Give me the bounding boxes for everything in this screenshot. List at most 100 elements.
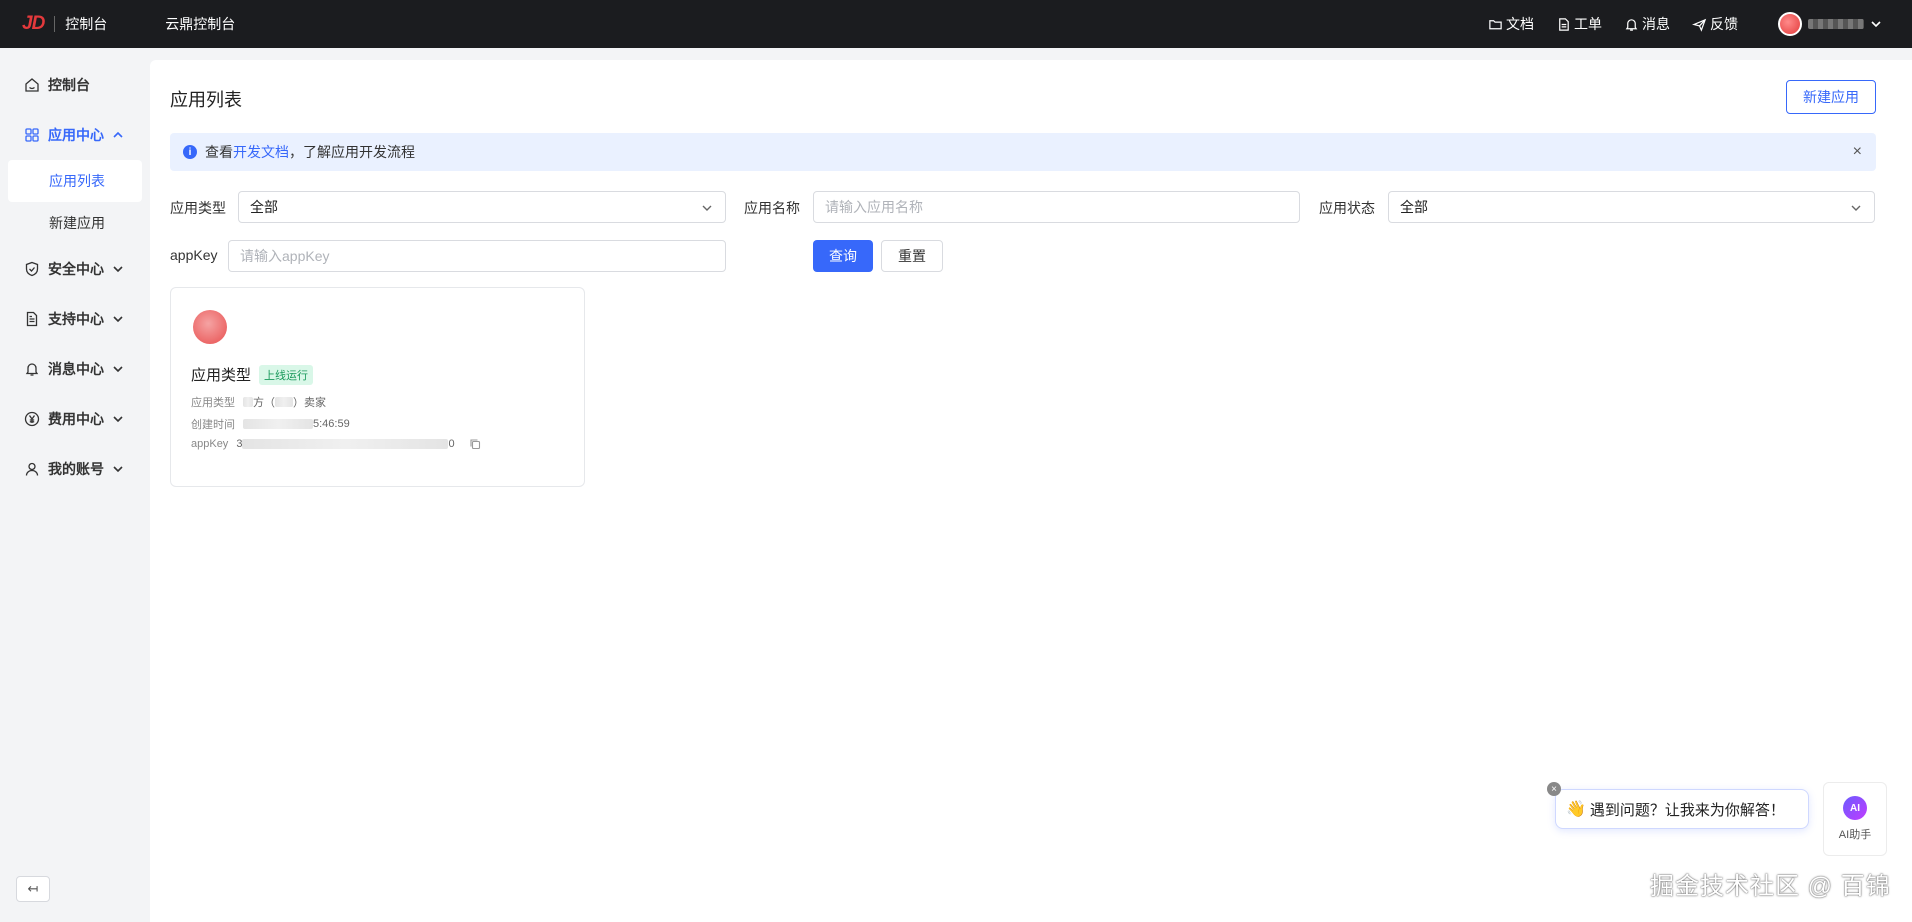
new-app-button[interactable]: 新建应用 — [1786, 80, 1876, 114]
jd-logo-icon: JD — [22, 13, 45, 34]
sidebar-item-label: 消息中心 — [48, 361, 104, 377]
app-name-input[interactable] — [813, 191, 1300, 223]
sidebar-item-console[interactable]: 控制台 — [0, 60, 150, 110]
redacted-text — [275, 397, 293, 407]
chevron-down-icon — [113, 266, 123, 273]
sidebar-item-app-center[interactable]: 应用中心 — [0, 110, 150, 160]
sidebar-item-account[interactable]: 我的账号 — [0, 444, 150, 494]
copy-icon[interactable] — [469, 438, 481, 450]
ticket-link-label: 工单 — [1574, 16, 1602, 32]
bell-icon — [1625, 18, 1638, 31]
meta-value: 0 — [448, 438, 455, 450]
page-title: 应用列表 — [170, 90, 242, 110]
status-badge: 上线运行 — [259, 364, 314, 385]
app-card[interactable]: 应用类型 上线运行 应用类型 方（ ）卖家 创建时间 5:46:59 appKe… — [170, 287, 585, 487]
file-icon — [1559, 17, 1569, 31]
redacted-text — [242, 439, 449, 449]
top-bar: JD 控制台 云鼎控制台 文档 工单 消息 反馈 — [0, 0, 1912, 48]
app-type-label: 应用类型 — [170, 200, 226, 216]
dev-docs-link[interactable]: 开发文档 — [233, 142, 289, 162]
shield-icon — [25, 261, 39, 277]
home-icon — [25, 78, 39, 92]
ai-prompt-bubble[interactable]: 👋 遇到问题？让我来为你解答！ — [1555, 789, 1809, 829]
send-icon — [1692, 18, 1707, 32]
sidebar-item-label: 应用中心 — [48, 127, 104, 143]
appkey-input[interactable] — [228, 240, 726, 272]
logo-text: 控制台 — [65, 16, 108, 32]
query-button[interactable]: 查询 — [813, 240, 873, 272]
ai-assistant-button[interactable]: AI AI助手 — [1823, 782, 1887, 856]
feedback-link-label: 反馈 — [1710, 16, 1738, 32]
app-status-value: 全部 — [1400, 199, 1428, 215]
sidebar-item-label: 支持中心 — [48, 311, 104, 327]
app-icon — [193, 310, 227, 344]
alert-suffix: ，了解应用开发流程 — [289, 144, 415, 160]
app-type-select[interactable]: 全部 — [238, 191, 726, 223]
top-right-nav: 文档 工单 消息 反馈 — [1488, 0, 1912, 48]
ai-prompt-text: 遇到问题？让我来为你解答！ — [1589, 801, 1785, 819]
app-card-title: 应用类型 — [191, 367, 252, 384]
sidebar-item-label: 控制台 — [48, 77, 90, 93]
chevron-down-icon — [702, 205, 712, 211]
appkey-label: appKey — [170, 247, 218, 263]
sidebar-item-security[interactable]: 安全中心 — [0, 244, 150, 294]
app-type-meta: 应用类型 方（ ）卖家 — [191, 394, 326, 410]
meta-value: 方（ — [253, 397, 275, 409]
chevron-down-icon — [1851, 205, 1861, 211]
messages-link-label: 消息 — [1642, 16, 1670, 32]
folder-icon — [1489, 19, 1502, 29]
yen-icon — [24, 411, 40, 427]
app-status-select[interactable]: 全部 — [1388, 191, 1875, 223]
redacted-text — [243, 397, 253, 407]
docs-link[interactable]: 文档 — [1488, 14, 1534, 34]
app-status-label: 应用状态 — [1319, 200, 1375, 216]
sidebar-item-label: 我的账号 — [48, 461, 104, 477]
info-alert: i 查看 开发文档 ，了解应用开发流程 × — [170, 133, 1876, 171]
sidebar-item-messages[interactable]: 消息中心 — [0, 344, 150, 394]
alert-prefix: 查看 — [205, 144, 233, 160]
user-name-redacted — [1808, 19, 1864, 29]
avatar — [1778, 12, 1802, 36]
chevron-down-icon — [113, 316, 123, 323]
ticket-link[interactable]: 工单 — [1556, 14, 1602, 34]
redacted-text — [243, 419, 313, 429]
sidebar: 控制台 应用中心 应用列表 新建应用 安全中心 支持中心 消息中心 费用中心 我… — [0, 48, 150, 922]
app-type-value: 全部 — [250, 199, 278, 215]
sidebar-subitem-app-list[interactable]: 应用列表 — [8, 160, 142, 202]
sidebar-item-billing[interactable]: 费用中心 — [0, 394, 150, 444]
sidebar-item-label: 安全中心 — [48, 261, 104, 277]
appkey-meta: appKey 3 0 — [191, 438, 481, 450]
close-icon[interactable]: × — [1853, 143, 1862, 161]
sidebar-subitem-new-app[interactable]: 新建应用 — [0, 202, 150, 244]
chevron-down-icon — [113, 416, 123, 423]
reset-button[interactable]: 重置 — [881, 240, 943, 272]
app-name-label: 应用名称 — [744, 200, 800, 216]
created-time-meta: 创建时间 5:46:59 — [191, 416, 350, 432]
chevron-down-icon — [113, 466, 123, 473]
meta-key: appKey — [191, 438, 229, 450]
collapse-sidebar-button[interactable]: ↤ — [16, 876, 50, 902]
meta-key: 创建时间 — [191, 419, 235, 431]
watermark: 掘金技术社区 @ 百锦 — [1650, 873, 1891, 900]
app-card-title-row: 应用类型 上线运行 — [191, 364, 314, 385]
chevron-down-icon — [1871, 21, 1881, 28]
feedback-link[interactable]: 反馈 — [1692, 14, 1738, 34]
ai-logo-icon: AI — [1843, 796, 1867, 820]
logo[interactable]: JD 控制台 — [22, 13, 107, 35]
app-title[interactable]: 云鼎控制台 — [165, 14, 235, 34]
messages-link[interactable]: 消息 — [1624, 14, 1670, 34]
ai-assistant-label: AI助手 — [1838, 829, 1872, 841]
meta-value: 5:46:59 — [313, 418, 350, 430]
meta-value: ）卖家 — [293, 397, 326, 409]
apps-icon — [25, 128, 39, 142]
close-icon[interactable]: × — [1547, 782, 1561, 796]
docs-link-label: 文档 — [1506, 16, 1534, 32]
bell-icon — [25, 363, 39, 376]
user-menu[interactable] — [1778, 12, 1882, 36]
user-icon — [25, 462, 39, 476]
info-icon: i — [183, 145, 197, 159]
logo-divider — [54, 16, 56, 32]
doc-icon — [26, 311, 38, 327]
chevron-down-icon — [113, 366, 123, 373]
sidebar-item-support[interactable]: 支持中心 — [0, 294, 150, 344]
